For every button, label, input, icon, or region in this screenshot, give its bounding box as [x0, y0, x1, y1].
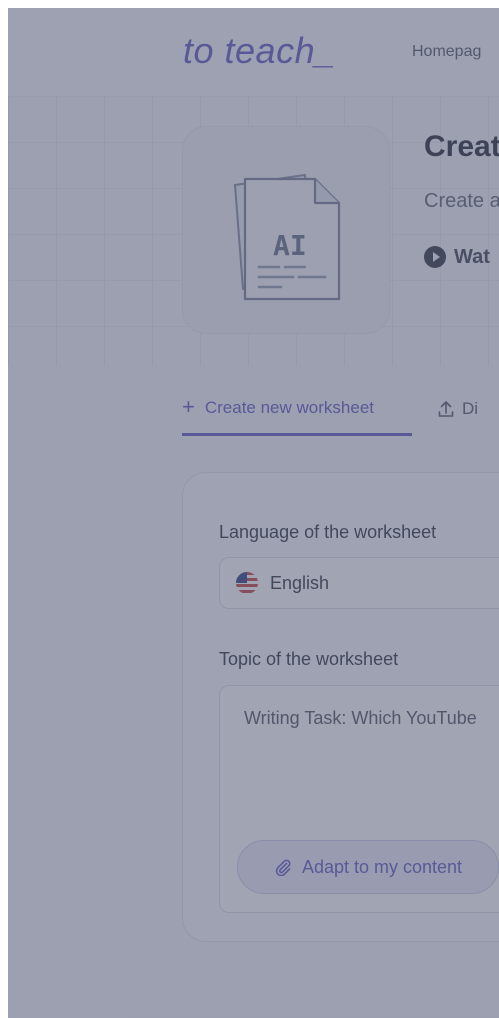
worksheet-form: Language of the worksheet English Topic … — [182, 472, 499, 942]
paperclip-icon — [275, 859, 291, 876]
play-icon — [424, 246, 446, 268]
language-value: English — [270, 572, 330, 593]
language-select[interactable]: English — [219, 557, 499, 609]
watch-video-label: Wat — [454, 245, 490, 268]
us-flag-icon — [236, 572, 258, 594]
svg-text:AI: AI — [273, 229, 307, 262]
tab-label: Create new worksheet — [204, 397, 374, 417]
page-title: Creat — [424, 130, 499, 163]
worksheet-tabs: + Create new worksheet Di — [182, 388, 499, 438]
page-subtitle: Create a — [424, 190, 499, 212]
nav-homepage-link[interactable]: Homepag — [412, 43, 481, 61]
ai-worksheet-illustration: AI — [182, 126, 390, 334]
topic-textarea[interactable]: Writing Task: Which YouTube Adapt to my … — [219, 685, 499, 913]
tab-digitize[interactable]: Di — [438, 388, 478, 436]
adapt-button-label: Adapt to my content — [301, 856, 463, 877]
language-label: Language of the worksheet — [219, 522, 437, 542]
top-navigation-bar: to teach_ Homepag — [8, 8, 499, 97]
tab-create-new-worksheet[interactable]: + Create new worksheet — [182, 388, 412, 436]
plus-icon: + — [182, 393, 195, 419]
watch-video-link[interactable]: Wat — [424, 244, 490, 270]
page-background: to teach_ Homepag AI Creat Create a Wat … — [8, 8, 499, 1018]
ai-document-icon: AI — [233, 173, 341, 301]
topic-text: Writing Task: Which YouTube — [244, 708, 477, 728]
logo[interactable]: to teach_ — [183, 30, 336, 72]
adapt-to-my-content-button[interactable]: Adapt to my content — [237, 840, 499, 894]
tab-label: Di — [462, 399, 479, 418]
upload-icon — [438, 401, 454, 417]
topic-label: Topic of the worksheet — [219, 649, 399, 669]
